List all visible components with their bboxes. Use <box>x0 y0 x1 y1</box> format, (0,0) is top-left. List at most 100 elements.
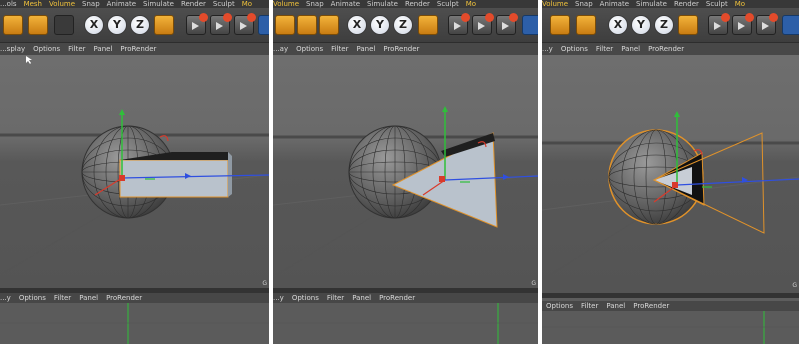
view-menu-panel[interactable]: Panel <box>79 294 98 302</box>
view-menu-panel[interactable]: Panel <box>94 45 113 53</box>
view-menu-display[interactable]: ...ay <box>273 45 288 53</box>
boolean-result-object[interactable] <box>608 129 705 225</box>
view-menu-filter[interactable]: Filter <box>596 45 613 53</box>
view-menu-options[interactable]: Options <box>292 294 319 302</box>
undo-icon[interactable] <box>275 15 295 35</box>
world-coordinate-icon[interactable] <box>154 15 174 35</box>
view-menu-prorender[interactable]: ProRender <box>106 294 142 302</box>
menu-item-mo[interactable]: Mo <box>242 0 252 8</box>
cube-icon[interactable] <box>258 15 269 35</box>
render-picture-icon[interactable] <box>210 13 232 35</box>
cube-icon[interactable] <box>782 15 799 35</box>
edit-render-settings-icon[interactable] <box>496 13 518 35</box>
view-menu-options[interactable]: Options <box>296 45 323 53</box>
redo-icon[interactable] <box>576 15 596 35</box>
command-toolbar: X Y Z <box>0 8 269 43</box>
menu-item-simulate[interactable]: Simulate <box>636 0 667 8</box>
axis-z-icon[interactable]: Z <box>393 15 413 35</box>
view-menu-panel[interactable]: Panel <box>606 302 625 310</box>
world-coordinate-icon[interactable] <box>678 15 698 35</box>
menu-item-render[interactable]: Render <box>181 0 206 8</box>
menu-item-mo[interactable]: Mo <box>466 0 476 8</box>
menu-item-snap[interactable]: Snap <box>575 0 593 8</box>
view-menu-prorender[interactable]: ProRender <box>633 302 669 310</box>
secondary-viewport[interactable] <box>273 303 538 344</box>
axis-x-icon[interactable]: X <box>608 15 628 35</box>
axis-y-icon[interactable]: Y <box>631 15 651 35</box>
cube-icon[interactable] <box>522 15 538 35</box>
edit-render-settings-icon[interactable] <box>234 13 256 35</box>
viewport-corner-label: G <box>792 282 797 289</box>
perspective-viewport[interactable]: G <box>0 55 269 293</box>
render-picture-icon[interactable] <box>472 13 494 35</box>
screenshot-panel-3: Volume Snap Animate Simulate Render Sculpt Mo … <box>542 0 799 344</box>
render-view-icon[interactable] <box>708 13 730 35</box>
view-menu-display[interactable]: ...y <box>0 294 11 302</box>
view-menu-prorender[interactable]: ProRender <box>383 45 419 53</box>
menu-item-snap[interactable]: Snap <box>82 0 100 8</box>
view-menu-options[interactable]: Options <box>561 45 588 53</box>
axis-x-icon[interactable]: X <box>84 15 104 35</box>
move-tool-icon[interactable] <box>54 15 74 35</box>
redo-icon[interactable] <box>28 15 48 35</box>
menu-item-render[interactable]: Render <box>674 0 699 8</box>
view-menu-display[interactable]: ...splay <box>0 45 25 53</box>
axis-x-icon[interactable]: X <box>347 15 367 35</box>
main-menubar: ...ols Mesh Volume Snap Animate Simulate Rende… <box>0 0 269 8</box>
axis-y-icon[interactable]: Y <box>107 15 127 35</box>
menu-item-mo[interactable]: Mo <box>735 0 745 8</box>
secondary-viewport-menu: ...y Options Filter Panel ProRender <box>0 293 269 303</box>
menu-item-volume[interactable]: Volume <box>542 0 568 8</box>
menu-item-simulate[interactable]: Simulate <box>367 0 398 8</box>
menu-item-sculpt[interactable]: Sculpt <box>213 0 235 8</box>
undo-icon[interactable] <box>550 15 570 35</box>
menu-item[interactable]: ...ols <box>0 0 17 8</box>
undo-icon[interactable] <box>3 15 23 35</box>
view-menu-options[interactable]: Options <box>546 302 573 310</box>
render-view-icon[interactable] <box>448 13 470 35</box>
render-picture-icon[interactable] <box>732 13 754 35</box>
view-menu-panel[interactable]: Panel <box>621 45 640 53</box>
view-menu-filter[interactable]: Filter <box>331 45 348 53</box>
menu-item-sculpt[interactable]: Sculpt <box>437 0 459 8</box>
view-menu-panel[interactable]: Panel <box>352 294 371 302</box>
view-menu-filter[interactable]: Filter <box>68 45 85 53</box>
view-menu-filter[interactable]: Filter <box>327 294 344 302</box>
world-coordinate-icon[interactable] <box>418 15 438 35</box>
cylinder-object[interactable] <box>119 152 232 198</box>
edit-render-settings-icon[interactable] <box>756 13 778 35</box>
axis-z-icon[interactable]: Z <box>654 15 674 35</box>
viewport-corner-label: G <box>262 280 267 287</box>
menu-item-animate[interactable]: Animate <box>600 0 629 8</box>
axis-z-icon[interactable]: Z <box>130 15 150 35</box>
secondary-viewport[interactable] <box>542 311 799 344</box>
panel-divider <box>542 293 799 298</box>
render-view-icon[interactable] <box>186 13 208 35</box>
main-menubar: Volume Snap Animate Simulate Render Sculpt Mo <box>542 0 799 8</box>
menu-item-animate[interactable]: Animate <box>107 0 136 8</box>
menu-item-animate[interactable]: Animate <box>331 0 360 8</box>
view-menu-filter[interactable]: Filter <box>54 294 71 302</box>
view-menu-options[interactable]: Options <box>19 294 46 302</box>
view-menu-filter[interactable]: Filter <box>581 302 598 310</box>
secondary-viewport[interactable] <box>0 303 269 344</box>
menu-item-render[interactable]: Render <box>405 0 430 8</box>
redo-icon[interactable] <box>297 15 317 35</box>
menu-item-volume[interactable]: Volume <box>49 0 75 8</box>
menu-item-sculpt[interactable]: Sculpt <box>706 0 728 8</box>
perspective-viewport[interactable]: G <box>273 55 538 293</box>
menu-item-simulate[interactable]: Simulate <box>143 0 174 8</box>
view-menu-options[interactable]: Options <box>33 45 60 53</box>
view-menu-prorender[interactable]: ProRender <box>120 45 156 53</box>
menu-item-volume[interactable]: Volume <box>273 0 299 8</box>
axis-y-icon[interactable]: Y <box>370 15 390 35</box>
move-tool-icon[interactable] <box>319 15 339 35</box>
menu-item-mesh[interactable]: Mesh <box>24 0 42 8</box>
view-menu-prorender[interactable]: ProRender <box>648 45 684 53</box>
menu-item-snap[interactable]: Snap <box>306 0 324 8</box>
view-menu-prorender[interactable]: ProRender <box>379 294 415 302</box>
perspective-viewport[interactable]: G <box>542 55 799 293</box>
view-menu-panel[interactable]: Panel <box>356 45 375 53</box>
view-menu-display[interactable]: ...y <box>273 294 284 302</box>
view-menu-display[interactable]: ...y <box>542 45 553 53</box>
